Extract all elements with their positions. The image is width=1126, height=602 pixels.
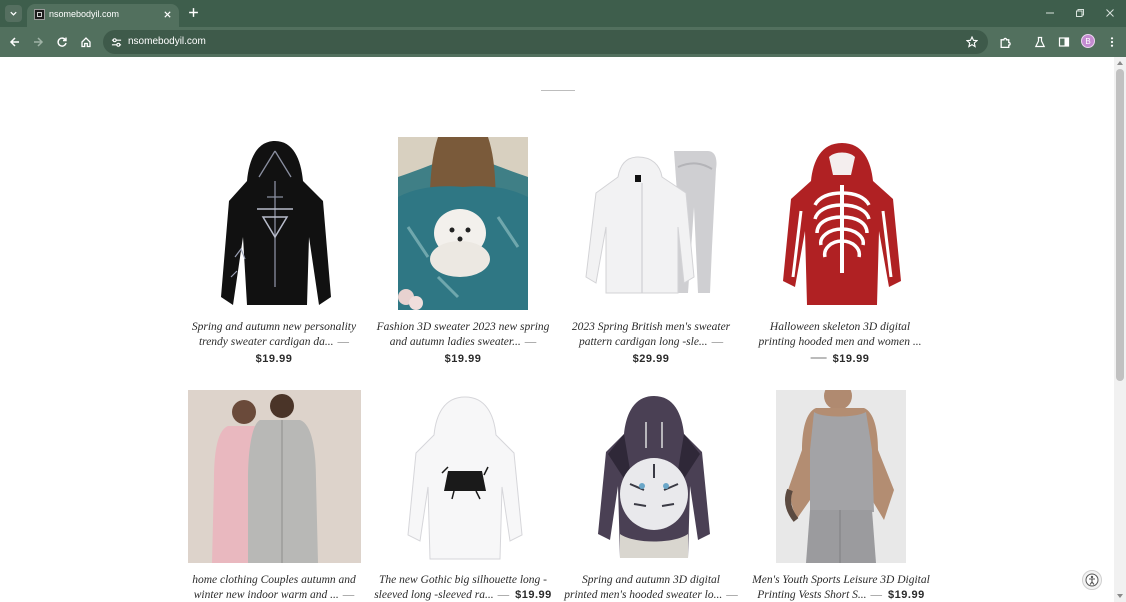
tab-close-button[interactable] bbox=[161, 8, 173, 20]
browser-tab[interactable]: nsomebodyil.com bbox=[27, 4, 179, 27]
home-icon bbox=[81, 37, 91, 48]
site-info-button[interactable] bbox=[108, 34, 124, 50]
product-image[interactable] bbox=[776, 390, 906, 563]
arrow-right-icon bbox=[34, 37, 44, 47]
product-title[interactable]: The new Gothic big silhouette long - sle… bbox=[370, 573, 556, 602]
browser-tab-strip: nsomebodyil.com bbox=[0, 0, 1126, 27]
close-icon bbox=[163, 10, 171, 18]
reload-button[interactable] bbox=[54, 34, 70, 50]
price-separator: — bbox=[810, 349, 827, 366]
product-title-line: pattern cardigan long -sle... bbox=[578, 336, 708, 348]
product-image[interactable] bbox=[594, 394, 714, 562]
product-title[interactable]: home clothing Couples autumn and winter … bbox=[181, 573, 367, 602]
product-title-line: winter new indoor warm and ... bbox=[193, 589, 339, 601]
restore-button[interactable] bbox=[1073, 6, 1087, 20]
scroll-up-button[interactable] bbox=[1117, 60, 1123, 66]
close-window-button[interactable] bbox=[1103, 6, 1117, 20]
home-button[interactable] bbox=[78, 34, 94, 50]
accessibility-icon bbox=[1085, 573, 1099, 587]
forward-button[interactable] bbox=[30, 34, 46, 50]
reload-icon bbox=[57, 37, 67, 47]
price-separator: — bbox=[337, 336, 350, 348]
product-title[interactable]: Spring and autumn 3D digital printed men… bbox=[558, 573, 744, 602]
price-separator: — bbox=[870, 589, 883, 601]
browser-toolbar: nsomebodyil.com B bbox=[0, 27, 1126, 57]
menu-button[interactable] bbox=[1104, 34, 1120, 50]
minimize-button[interactable] bbox=[1043, 6, 1057, 20]
minimize-icon bbox=[1046, 12, 1054, 14]
product-price: $19.99 bbox=[444, 353, 482, 365]
chevron-down-icon bbox=[10, 11, 17, 16]
product-title[interactable]: Spring and autumn new personality trendy… bbox=[181, 320, 367, 350]
side-panel-button[interactable] bbox=[1056, 34, 1072, 50]
url-text: nsomebodyil.com bbox=[128, 36, 206, 47]
price-separator: — bbox=[497, 589, 510, 601]
product-title[interactable]: Halloween skeleton 3D digital printing h… bbox=[747, 320, 933, 350]
product-title-line: sleeved long -sleeved ra... bbox=[374, 589, 494, 601]
product-title-line: Halloween skeleton 3D digital bbox=[769, 321, 911, 333]
close-icon bbox=[1106, 9, 1114, 17]
plus-icon bbox=[189, 8, 198, 17]
product-title-line: Fashion 3D sweater 2023 new spring bbox=[376, 321, 550, 333]
back-button[interactable] bbox=[7, 34, 23, 50]
restore-icon bbox=[1076, 9, 1084, 17]
tab-title: nsomebodyil.com bbox=[49, 9, 120, 19]
triangle-down-icon bbox=[1117, 594, 1123, 598]
product-price: $19.99 bbox=[832, 353, 870, 365]
labs-button[interactable] bbox=[1032, 34, 1048, 50]
product-title-line: printed men's hooded sweater lo... bbox=[564, 589, 723, 601]
product-title-line: 2023 Spring British men's sweater bbox=[571, 321, 731, 333]
price-separator: — bbox=[524, 336, 537, 348]
puzzle-icon bbox=[1000, 37, 1011, 48]
extensions-button[interactable] bbox=[997, 34, 1013, 50]
product-title-line: Spring and autumn 3D digital bbox=[581, 574, 720, 586]
site-favicon-icon bbox=[34, 9, 45, 20]
scroll-down-button[interactable] bbox=[1117, 593, 1123, 599]
product-title-line: Printing Vests Short S... bbox=[757, 589, 867, 601]
product-title-line: trendy sweater cardigan da... bbox=[198, 336, 334, 348]
product-title-line: The new Gothic big silhouette long - bbox=[378, 574, 547, 586]
bookmark-button[interactable] bbox=[964, 34, 980, 50]
price-separator: — bbox=[342, 589, 355, 601]
floating-action-button[interactable] bbox=[1082, 570, 1102, 590]
product-price: $19.99 bbox=[255, 353, 293, 365]
vertical-scrollbar[interactable] bbox=[1114, 57, 1126, 602]
product-image[interactable] bbox=[779, 141, 905, 309]
arrow-left-icon bbox=[9, 37, 19, 47]
product-title[interactable]: Men's Youth Sports Leisure 3D Digital Pr… bbox=[748, 573, 934, 602]
product-price: $19.99 bbox=[515, 589, 552, 601]
tune-icon bbox=[111, 37, 121, 47]
section-divider bbox=[541, 90, 575, 91]
product-image[interactable] bbox=[404, 395, 526, 561]
tab-search-button[interactable] bbox=[5, 5, 22, 22]
triangle-up-icon bbox=[1117, 61, 1123, 65]
product-price: $19.99 bbox=[888, 589, 925, 601]
product-title-line: and autumn ladies sweater... bbox=[389, 336, 521, 348]
price-separator: — bbox=[726, 589, 738, 601]
product-image[interactable] bbox=[398, 137, 528, 310]
product-title-line: home clothing Couples autumn and bbox=[192, 574, 356, 586]
new-tab-button[interactable] bbox=[186, 5, 201, 20]
product-title-line: Spring and autumn new personality bbox=[191, 321, 357, 333]
profile-avatar[interactable]: B bbox=[1081, 34, 1095, 48]
star-icon bbox=[966, 36, 978, 48]
product-image[interactable] bbox=[217, 137, 333, 309]
price-separator: — bbox=[711, 336, 724, 348]
address-bar[interactable]: nsomebodyil.com bbox=[103, 30, 988, 54]
page-viewport: Spring and autumn new personality trendy… bbox=[0, 57, 1114, 602]
product-title[interactable]: Fashion 3D sweater 2023 new spring and a… bbox=[370, 320, 556, 350]
flask-icon bbox=[1034, 36, 1046, 48]
product-price: $29.99 bbox=[632, 353, 670, 365]
more-vertical-icon bbox=[1110, 37, 1114, 47]
side-panel-icon bbox=[1058, 37, 1070, 47]
product-title-line: Men's Youth Sports Leisure 3D Digital bbox=[752, 574, 930, 586]
product-title-line: printing hooded men and women ... bbox=[758, 336, 922, 348]
product-title[interactable]: 2023 Spring British men's sweater patter… bbox=[558, 320, 744, 350]
product-image[interactable] bbox=[582, 147, 726, 297]
scrollbar-thumb[interactable] bbox=[1116, 69, 1124, 381]
product-image[interactable] bbox=[188, 390, 361, 563]
